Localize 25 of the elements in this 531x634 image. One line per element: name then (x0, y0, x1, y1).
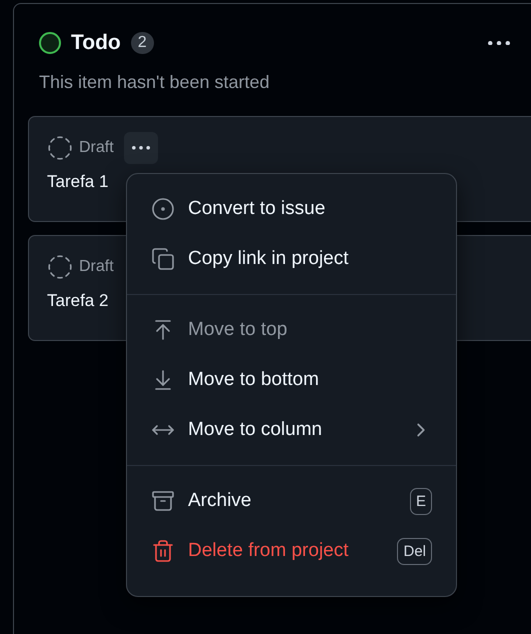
more-options-button[interactable] (488, 40, 510, 46)
menu-item[interactable]: Move to column (127, 405, 456, 455)
column-title: Todo (71, 31, 121, 55)
copy-icon (151, 247, 175, 271)
trash-icon (151, 539, 175, 563)
menu-item[interactable]: Delete from project Del (127, 526, 456, 576)
card-title: Tarefa 1 (47, 172, 110, 192)
dashed-circle-icon (47, 135, 73, 161)
ellipsis-icon (488, 40, 510, 46)
status-circle-icon (39, 32, 61, 54)
circle-dot-icon (151, 197, 175, 221)
menu-item[interactable]: Copy link in project (127, 234, 456, 284)
dashed-circle-icon (47, 254, 73, 280)
shortcut-key: E (410, 488, 432, 514)
archive-box-icon (151, 489, 175, 513)
draft-label: Draft (79, 258, 114, 276)
shortcut-key: Del (397, 538, 432, 564)
menu-item[interactable]: Move to bottom (127, 355, 456, 405)
menu-item[interactable]: Archive E (127, 476, 456, 526)
column-description: This item hasn't been started (38, 71, 271, 93)
card-options-button[interactable] (124, 132, 158, 164)
card-title: Tarefa 2 (47, 291, 110, 311)
draft-label: Draft (79, 139, 114, 157)
ellipsis-icon (132, 146, 150, 150)
item-count: 2 (130, 32, 154, 54)
